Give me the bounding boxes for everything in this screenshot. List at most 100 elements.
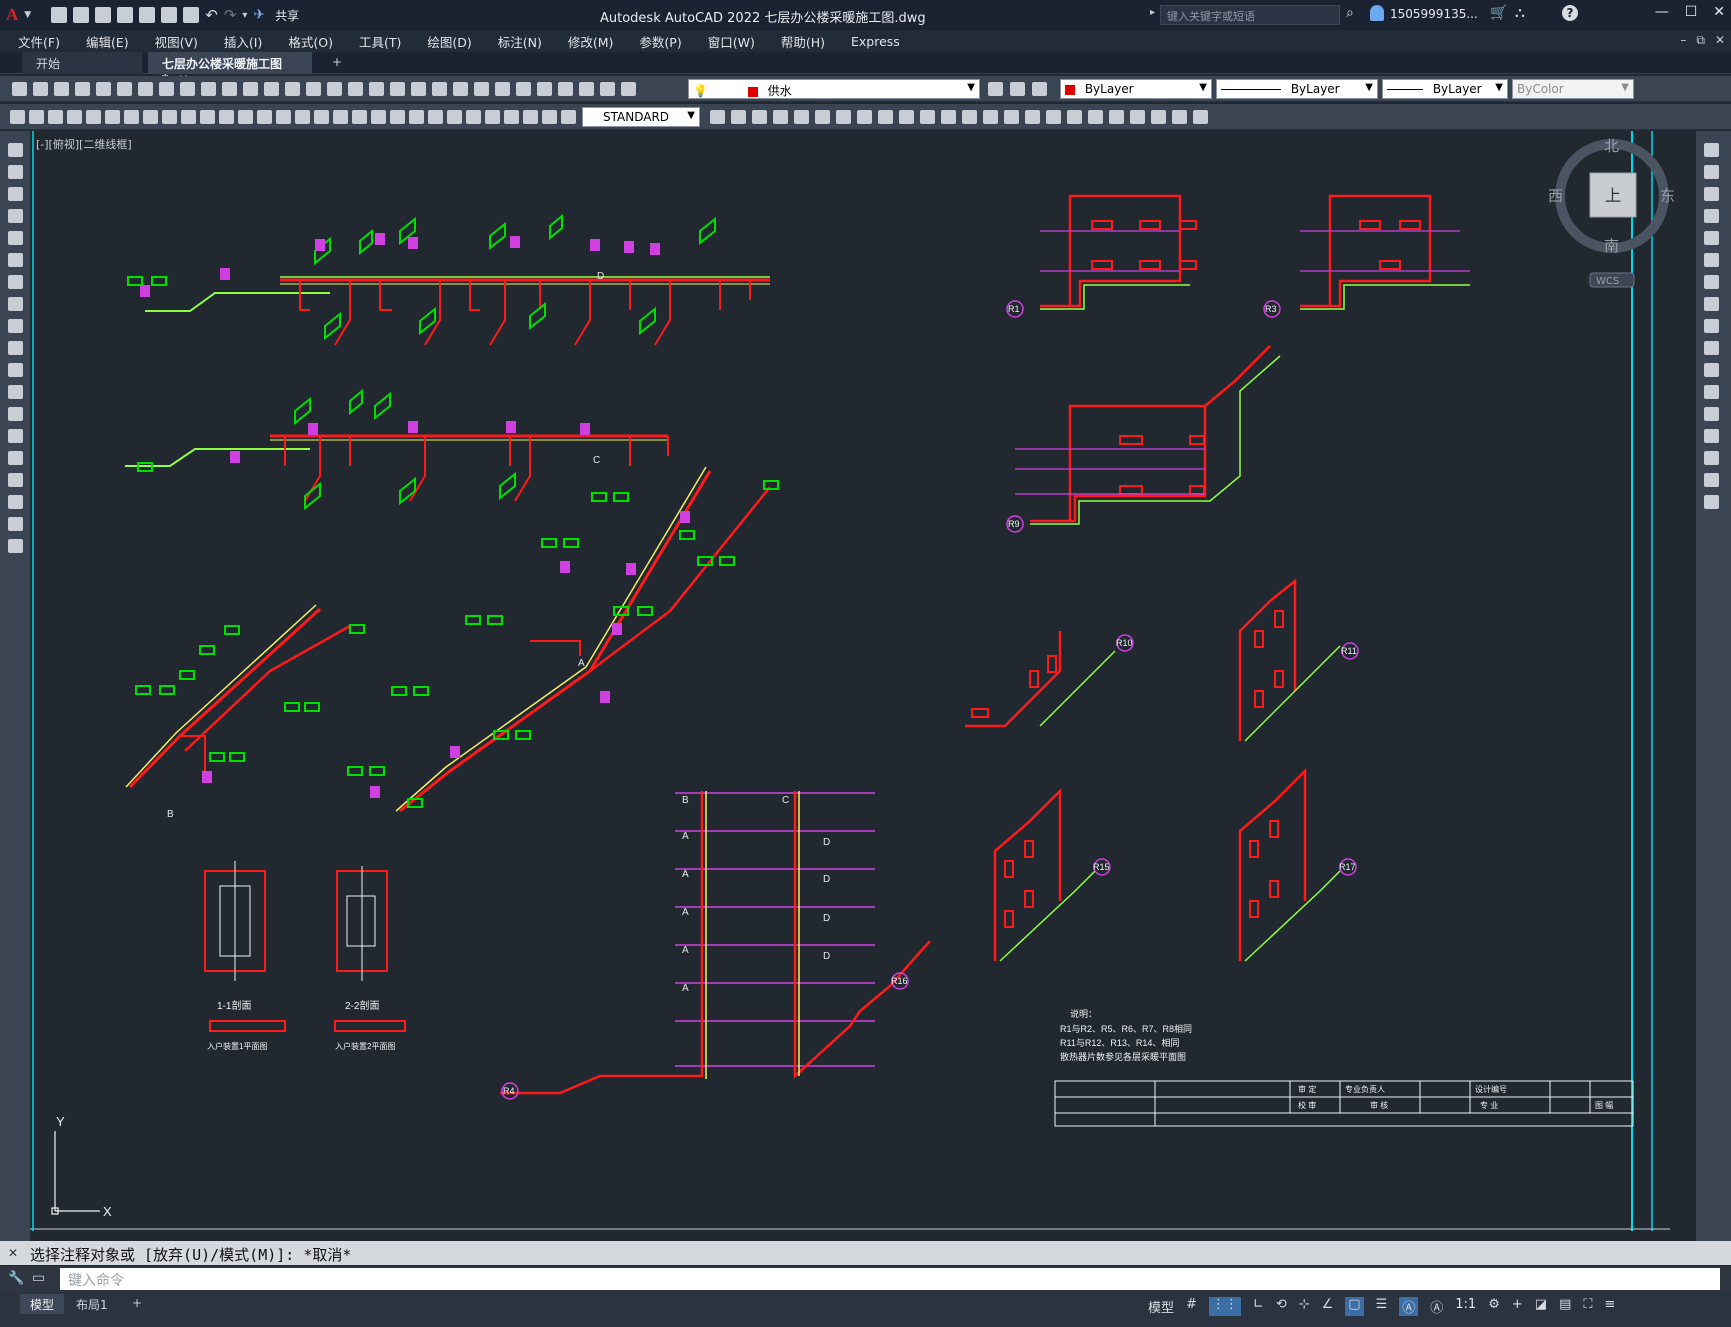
standard-tool-icon-13[interactable] xyxy=(285,82,300,96)
dim-tool-icon-15[interactable] xyxy=(295,110,310,124)
menu-item-11[interactable]: 帮助(H) xyxy=(781,32,825,51)
layer-combo[interactable]: 💡 供水 ▼ xyxy=(688,79,980,99)
standard-tool-icon-3[interactable] xyxy=(75,82,90,96)
draw-tool-icon-7[interactable] xyxy=(8,297,23,311)
grid-icon[interactable]: # xyxy=(1186,1297,1197,1316)
menu-item-2[interactable]: 视图(V) xyxy=(155,32,198,51)
osnap-icon[interactable]: ⊹ xyxy=(1299,1297,1310,1316)
modify-tool-icon-5[interactable] xyxy=(1704,253,1719,267)
undo-icon[interactable]: ↶ xyxy=(205,6,218,24)
menu-item-4[interactable]: 格式(O) xyxy=(288,32,333,51)
dim-tool-icon-28[interactable] xyxy=(542,110,557,124)
save-as-icon[interactable] xyxy=(117,7,134,23)
dim-tool-icon-27[interactable] xyxy=(523,110,538,124)
dim-tool-icon-3[interactable] xyxy=(67,110,82,124)
dim-tool-icon-16[interactable] xyxy=(314,110,329,124)
open-icon[interactable] xyxy=(73,7,90,23)
draw-tool-icon-12[interactable] xyxy=(8,407,23,421)
dim-tool-icon-26[interactable] xyxy=(504,110,519,124)
dim-tool-icon-1[interactable] xyxy=(29,110,44,124)
annotation-visibility-icon[interactable]: Ⓐ xyxy=(1399,1297,1419,1316)
draw-tool-icon-13[interactable] xyxy=(8,429,23,443)
command-close-icon[interactable]: ✕ xyxy=(8,1246,18,1260)
doc-restore-icon[interactable]: ⧉ xyxy=(1696,33,1705,48)
dim-tool-icon-9[interactable] xyxy=(181,110,196,124)
dim-tool-icon-33[interactable] xyxy=(773,110,788,124)
draw-tool-icon-8[interactable] xyxy=(8,319,23,333)
dim-tool-icon-24[interactable] xyxy=(466,110,481,124)
standard-tool-icon-25[interactable] xyxy=(537,82,552,96)
dim-tool-icon-5[interactable] xyxy=(105,110,120,124)
modify-tool-icon-0[interactable] xyxy=(1704,143,1719,157)
new-tab-button[interactable]: + xyxy=(318,52,356,74)
standard-tool-icon-30[interactable] xyxy=(988,82,1003,96)
search-input[interactable]: 键入关键字或短语 xyxy=(1160,5,1340,25)
draw-tool-icon-11[interactable] xyxy=(8,385,23,399)
dim-tool-icon-50[interactable] xyxy=(1130,110,1145,124)
standard-tool-icon-27[interactable] xyxy=(579,82,594,96)
dim-tool-icon-7[interactable] xyxy=(143,110,158,124)
cart-icon[interactable]: 🛒 xyxy=(1490,5,1507,21)
standard-tool-icon-16[interactable] xyxy=(348,82,363,96)
plus-icon[interactable]: + xyxy=(1512,1297,1523,1316)
standard-tool-icon-26[interactable] xyxy=(558,82,573,96)
menu-item-0[interactable]: 文件(F) xyxy=(18,32,60,51)
draw-tool-icon-4[interactable] xyxy=(8,231,23,245)
dim-tool-icon-2[interactable] xyxy=(48,110,63,124)
standard-tool-icon-29[interactable] xyxy=(621,82,636,96)
menu-item-3[interactable]: 插入(I) xyxy=(224,32,262,51)
dim-tool-icon-14[interactable] xyxy=(276,110,291,124)
autodesk-app-icon[interactable]: ⛬ xyxy=(1515,5,1525,21)
standard-tool-icon-21[interactable] xyxy=(453,82,468,96)
polar-icon[interactable]: ⟲ xyxy=(1276,1297,1287,1316)
modify-tool-icon-6[interactable] xyxy=(1704,275,1719,289)
ortho-icon[interactable]: ∟ xyxy=(1253,1297,1264,1316)
menu-item-1[interactable]: 编辑(E) xyxy=(86,32,129,51)
standard-tool-icon-24[interactable] xyxy=(516,82,531,96)
dim-tool-icon-8[interactable] xyxy=(162,110,177,124)
viewport-label[interactable]: [-][俯视][二维线框] xyxy=(36,136,132,152)
draw-tool-icon-10[interactable] xyxy=(8,363,23,377)
viewcube-east[interactable]: 东 xyxy=(1660,187,1675,205)
menu-item-10[interactable]: 窗口(W) xyxy=(708,32,755,51)
modify-tool-icon-10[interactable] xyxy=(1704,363,1719,377)
annotation-scale-icon[interactable]: Ⓐ xyxy=(1430,1297,1443,1316)
close-icon[interactable]: ✕ xyxy=(1713,4,1725,20)
save-icon[interactable] xyxy=(95,7,112,23)
dim-tool-icon-31[interactable] xyxy=(731,110,746,124)
minimize-icon[interactable]: — xyxy=(1655,4,1669,20)
modify-tool-icon-12[interactable] xyxy=(1704,407,1719,421)
dim-tool-icon-21[interactable] xyxy=(409,110,424,124)
qat-more-icon[interactable]: ▾ xyxy=(242,10,247,21)
standard-tool-icon-11[interactable] xyxy=(243,82,258,96)
standard-tool-icon-0[interactable] xyxy=(12,82,27,96)
dim-tool-icon-44[interactable] xyxy=(1004,110,1019,124)
dim-tool-icon-40[interactable] xyxy=(920,110,935,124)
user-avatar-icon[interactable] xyxy=(1370,5,1384,21)
modify-tool-icon-1[interactable] xyxy=(1704,165,1719,179)
standard-tool-icon-14[interactable] xyxy=(306,82,321,96)
selection-cycling-icon[interactable]: ▢ xyxy=(1345,1297,1364,1316)
draw-tool-icon-18[interactable] xyxy=(8,539,23,553)
maximize-icon[interactable]: ☐ xyxy=(1685,4,1698,20)
standard-tool-icon-2[interactable] xyxy=(54,82,69,96)
dim-tool-icon-43[interactable] xyxy=(983,110,998,124)
standard-tool-icon-8[interactable] xyxy=(180,82,195,96)
dim-tool-icon-17[interactable] xyxy=(333,110,348,124)
doc-close-icon[interactable]: ✕ xyxy=(1715,33,1725,48)
tab-start[interactable]: 开始 xyxy=(22,52,142,74)
standard-tool-icon-10[interactable] xyxy=(222,82,237,96)
draw-tool-icon-3[interactable] xyxy=(8,209,23,223)
menu-item-9[interactable]: 参数(P) xyxy=(639,32,681,51)
draw-tool-icon-17[interactable] xyxy=(8,517,23,531)
standard-tool-icon-12[interactable] xyxy=(264,82,279,96)
text-style-combo[interactable]: STANDARD ▼ xyxy=(582,107,700,127)
dim-tool-icon-4[interactable] xyxy=(86,110,101,124)
dim-tool-icon-48[interactable] xyxy=(1088,110,1103,124)
tab-model[interactable]: 模型 xyxy=(20,1294,65,1314)
dim-tool-icon-36[interactable] xyxy=(836,110,851,124)
expand-arrow-icon[interactable]: ▸ xyxy=(1150,7,1155,18)
modify-tool-icon-8[interactable] xyxy=(1704,319,1719,333)
modify-tool-icon-13[interactable] xyxy=(1704,429,1719,443)
standard-tool-icon-6[interactable] xyxy=(138,82,153,96)
